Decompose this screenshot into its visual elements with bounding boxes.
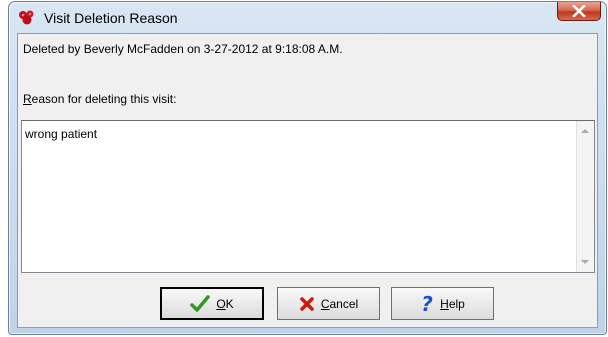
window-title: Visit Deletion Reason <box>44 10 178 26</box>
reason-label: Reason for deleting this visit: <box>23 92 176 106</box>
close-icon <box>572 5 586 17</box>
title-bar[interactable]: Visit Deletion Reason <box>9 2 606 33</box>
help-label: Help <box>440 297 465 311</box>
vertical-scrollbar[interactable] <box>576 121 594 272</box>
x-icon <box>300 296 314 311</box>
help-button[interactable]: ? Help <box>391 287 494 320</box>
svg-text:?: ? <box>421 294 433 314</box>
reason-text: wrong patient <box>25 127 98 141</box>
ok-label-rest: K <box>225 296 234 311</box>
help-label-accel: H <box>440 296 449 311</box>
question-icon: ? <box>421 294 433 314</box>
scroll-up-icon[interactable] <box>581 129 589 133</box>
checkmark-icon <box>190 294 211 312</box>
dialog-body: Deleted by Beverly McFadden on 3-27-2012… <box>17 33 598 328</box>
cancel-label: Cancel <box>321 297 358 311</box>
ok-label-accel: O <box>216 296 226 311</box>
deleted-by-text: Deleted by Beverly McFadden on 3-27-2012… <box>23 42 343 56</box>
ok-button[interactable]: OK <box>160 287 264 320</box>
scroll-down-icon[interactable] <box>581 260 589 264</box>
reason-label-rest: eason for deleting this visit: <box>31 92 177 106</box>
reason-label-accel: R <box>23 92 32 106</box>
help-label-rest: elp <box>448 296 465 311</box>
cancel-label-rest: ancel <box>329 296 359 311</box>
dialog-window: Visit Deletion Reason Deleted by Beverly… <box>8 1 607 335</box>
cancel-button[interactable]: Cancel <box>277 287 380 320</box>
reason-textarea[interactable]: wrong patient <box>21 120 595 273</box>
app-icon <box>19 10 34 25</box>
close-button[interactable] <box>557 2 601 21</box>
ok-label: OK <box>216 297 233 311</box>
